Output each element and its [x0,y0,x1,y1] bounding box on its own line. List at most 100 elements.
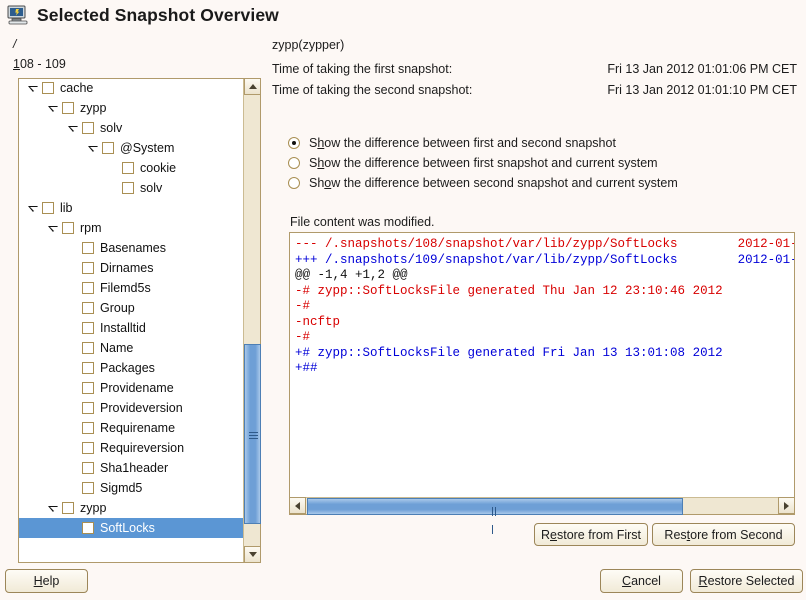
file-tree-panel: cachezyppsolv@SystemcookiesolvlibrpmBase… [18,78,261,563]
tree-item-checkbox[interactable] [82,282,94,294]
restore-from-second-post: ore from Second [690,528,782,542]
tree-item-checkbox[interactable] [42,82,54,94]
diff-mode-option-label: Show the difference between second snaps… [309,176,678,190]
tree-item-checkbox[interactable] [82,362,94,374]
tree-item-name[interactable]: Name [19,338,243,358]
scroll-left-button[interactable] [289,497,306,514]
tree-item-softlocks[interactable]: SoftLocks [19,518,243,538]
restore-selected-button[interactable]: Restore Selected [690,569,803,593]
tree-item-label: cache [60,81,93,95]
radio-button[interactable] [288,137,300,149]
tree-item-requireversion[interactable]: Requireversion [19,438,243,458]
tree-item-checkbox[interactable] [82,262,94,274]
tree-item-checkbox[interactable] [82,462,94,474]
tree-expander-none [67,342,80,355]
tree-item-checkbox[interactable] [82,122,94,134]
tree-item-checkbox[interactable] [122,162,134,174]
diff-line-add: +++ /.snapshots/109/snapshot/var/lib/zyp… [295,253,794,269]
scroll-down-button[interactable] [244,546,261,563]
tree-item-group[interactable]: Group [19,298,243,318]
tree-item-checkbox[interactable] [82,442,94,454]
tree-item-label: Installtid [100,321,146,335]
tree-item-label: @System [120,141,174,155]
tree-expander-none [67,462,80,475]
tree-item--system[interactable]: @System [19,138,243,158]
tree-item-checkbox[interactable] [122,182,134,194]
diff-line-del: -# [295,299,794,315]
radio-button[interactable] [288,177,300,189]
tree-item-label: Basenames [100,241,166,255]
tree-expander-open-icon[interactable] [27,82,40,95]
diff-mode-option-1[interactable]: Show the difference between first and se… [288,133,678,152]
tree-expander-open-icon[interactable] [47,222,60,235]
tree-item-zypp[interactable]: zypp [19,98,243,118]
tree-item-checkbox[interactable] [82,322,94,334]
tree-item-checkbox[interactable] [62,222,74,234]
tree-vertical-scrollbar[interactable] [243,79,260,562]
tree-item-checkbox[interactable] [82,422,94,434]
tree-item-dirnames[interactable]: Dirnames [19,258,243,278]
tree-item-basenames[interactable]: Basenames [19,238,243,258]
tree-item-checkbox[interactable] [82,482,94,494]
tree-expander-open-icon[interactable] [67,122,80,135]
diff-horizontal-scrollbar[interactable] [290,497,794,514]
tree-expander-open-icon[interactable] [27,202,40,215]
tree-item-sha1header[interactable]: Sha1header [19,458,243,478]
tree-expander-none [67,302,80,315]
file-tree-viewport[interactable]: cachezyppsolv@SystemcookiesolvlibrpmBase… [19,79,243,562]
diff-scrollbar-thumb[interactable] [307,498,683,515]
diff-mode-option-3[interactable]: Show the difference between second snaps… [288,173,678,192]
tree-item-checkbox[interactable] [82,242,94,254]
file-modified-note: File content was modified. [290,215,435,229]
label-post: ow the difference between first snapshot… [324,156,657,170]
tree-expander-none [67,382,80,395]
scroll-up-button[interactable] [244,78,261,95]
diff-mode-option-2[interactable]: Show the difference between first snapsh… [288,153,678,172]
snapshot-range-rest: 08 - 109 [20,57,66,71]
restore-from-first-button[interactable]: Restore from First [534,523,648,546]
help-button[interactable]: Help [5,569,88,593]
tree-item-label: Sigmd5 [100,481,142,495]
tree-item-checkbox[interactable] [82,402,94,414]
tree-item-providename[interactable]: Providename [19,378,243,398]
tree-expander-open-icon[interactable] [47,102,60,115]
tree-item-filemd5s[interactable]: Filemd5s [19,278,243,298]
tree-item-sigmd5[interactable]: Sigmd5 [19,478,243,498]
restore-from-second-button[interactable]: Restore from Second [652,523,795,546]
tree-item-label: lib [60,201,73,215]
tree-item-cookie[interactable]: cookie [19,158,243,178]
snapshot-overview-window: Selected Snapshot Overview / 108 - 109 c… [0,0,806,600]
tree-item-checkbox[interactable] [62,502,74,514]
tree-item-label: Name [100,341,133,355]
tree-item-label: Requirename [100,421,175,435]
tree-item-requirename[interactable]: Requirename [19,418,243,438]
tree-item-solv[interactable]: solv [19,118,243,138]
tree-item-label: Packages [100,361,155,375]
scrollbar-grip-icon [249,430,258,438]
tree-item-provideversion[interactable]: Provideversion [19,398,243,418]
tree-item-installtid[interactable]: Installtid [19,318,243,338]
second-snapshot-time-label: Time of taking the second snapshot: [272,83,472,97]
cancel-button[interactable]: Cancel [600,569,683,593]
radio-button[interactable] [288,157,300,169]
tree-expander-open-icon[interactable] [47,502,60,515]
tree-item-checkbox[interactable] [102,142,114,154]
scroll-right-button[interactable] [778,497,795,514]
tree-item-lib[interactable]: lib [19,198,243,218]
tree-item-checkbox[interactable] [82,302,94,314]
tree-item-zypp[interactable]: zypp [19,498,243,518]
tree-item-checkbox[interactable] [82,382,94,394]
tree-item-solv[interactable]: solv [19,178,243,198]
tree-item-rpm[interactable]: rpm [19,218,243,238]
tree-item-checkbox[interactable] [62,102,74,114]
tree-scrollbar-thumb[interactable] [244,344,261,524]
tree-item-checkbox[interactable] [82,522,94,534]
restore-from-first-accel: e [550,528,557,542]
tree-item-checkbox[interactable] [82,342,94,354]
tree-item-cache[interactable]: cache [19,79,243,98]
tree-item-label: rpm [80,221,102,235]
tree-item-checkbox[interactable] [42,202,54,214]
diff-text-area[interactable]: --- /.snapshots/108/snapshot/var/lib/zyp… [290,233,794,497]
tree-item-packages[interactable]: Packages [19,358,243,378]
tree-expander-open-icon[interactable] [87,142,100,155]
